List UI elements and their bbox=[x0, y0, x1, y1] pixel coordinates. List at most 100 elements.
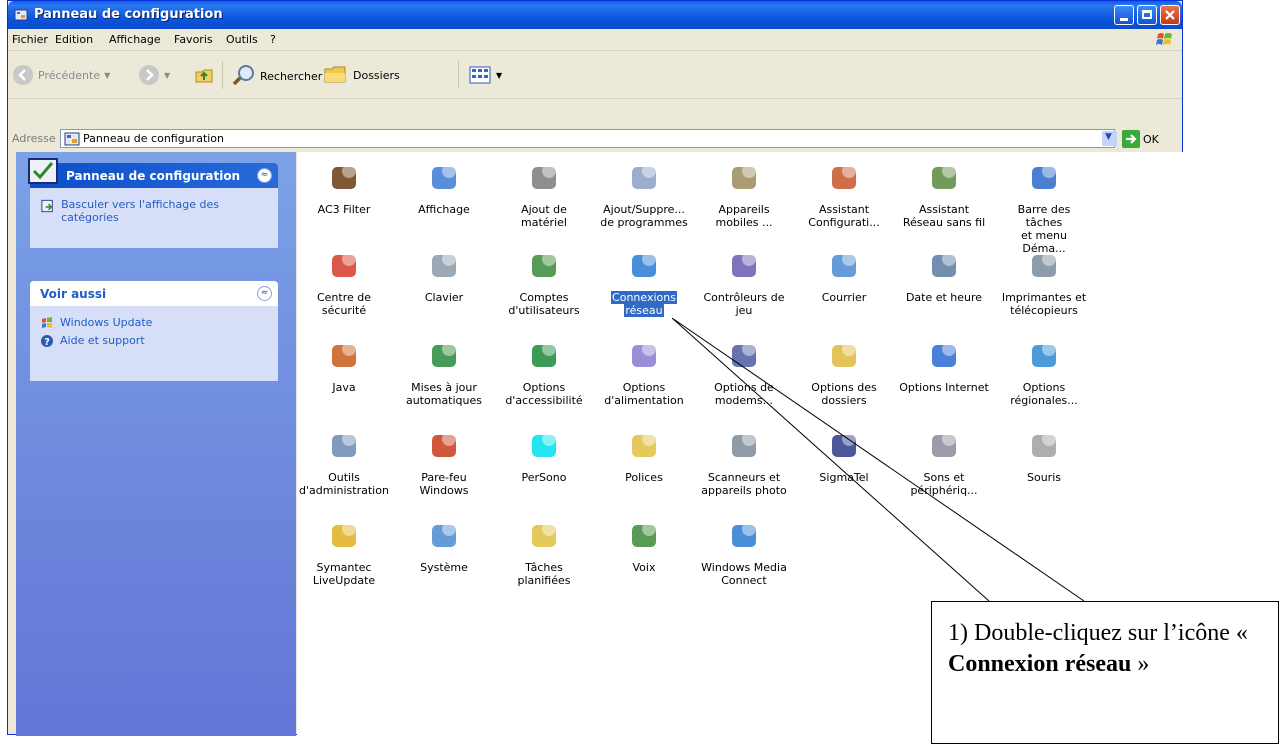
control-panel-item[interactable]: Assistant Réseau sans fil bbox=[898, 160, 990, 229]
title-bar[interactable]: Panneau de configuration bbox=[8, 1, 1182, 29]
control-panel-item[interactable]: Pare-feu Windows bbox=[398, 428, 490, 497]
item-label-line1: Windows Media bbox=[701, 561, 787, 574]
item-label-line2: jeu bbox=[735, 304, 753, 317]
control-panel-item[interactable]: Clavier bbox=[398, 248, 490, 304]
keyboard-icon bbox=[432, 252, 456, 277]
back-button[interactable]: Précédente ▼ bbox=[12, 64, 110, 86]
folders-button[interactable]: Dossiers bbox=[323, 64, 400, 86]
maximize-button[interactable] bbox=[1137, 5, 1157, 25]
control-panel-item[interactable]: AC3 Filter bbox=[298, 160, 390, 216]
item-label-line1: Imprimantes et bbox=[1001, 291, 1087, 304]
item-label-line2: mobiles ... bbox=[715, 216, 773, 229]
menu-affichage[interactable]: Affichage bbox=[109, 33, 161, 46]
svg-text:?: ? bbox=[44, 337, 50, 348]
control-panel-item[interactable]: Windows Media Connect bbox=[698, 518, 790, 587]
forward-arrow-icon bbox=[139, 65, 159, 85]
up-folder-button[interactable] bbox=[193, 64, 215, 86]
help-support-link[interactable]: ? Aide et support bbox=[40, 334, 268, 348]
switch-category-view-link[interactable]: Basculer vers l'affichage des catégories bbox=[40, 198, 268, 224]
collapse-chevron-icon[interactable]: ≈ bbox=[257, 286, 272, 301]
item-label-line1: Affichage bbox=[418, 203, 470, 216]
control-panel-item[interactable]: Options Internet bbox=[898, 338, 990, 394]
go-button[interactable]: OK bbox=[1122, 130, 1159, 148]
control-panel-item[interactable]: Scanneurs et appareils photo bbox=[698, 428, 790, 497]
control-panel-item[interactable]: Affichage bbox=[398, 160, 490, 216]
forward-dropdown-icon: ▼ bbox=[164, 70, 171, 80]
control-panel-item[interactable]: Ajout/Suppre... de programmes bbox=[598, 160, 690, 229]
control-panel-item[interactable]: SigmaTel bbox=[798, 428, 890, 484]
back-arrow-icon bbox=[13, 65, 33, 85]
forward-button[interactable]: ▼ bbox=[138, 64, 170, 86]
menu-fichier[interactable]: Fichier bbox=[12, 33, 48, 46]
item-label-line1: Contrôleurs de bbox=[703, 291, 785, 304]
item-label-line1: Options bbox=[622, 381, 666, 394]
item-label-line1: Options bbox=[1022, 381, 1066, 394]
ac3-filter-icon bbox=[332, 164, 356, 189]
control-panel-item[interactable]: Tâches planifiées bbox=[498, 518, 590, 587]
control-panel-item[interactable]: Appareils mobiles ... bbox=[698, 160, 790, 229]
control-panel-item[interactable]: Voix bbox=[598, 518, 690, 574]
control-panel-item[interactable]: Outils d'administration bbox=[298, 428, 390, 497]
item-label-line2: modems... bbox=[714, 394, 774, 407]
item-label-line1: Barre des tâches bbox=[1017, 203, 1071, 229]
setup-wizard-icon bbox=[832, 164, 856, 189]
control-panel-item[interactable]: Options de modems... bbox=[698, 338, 790, 407]
item-label-line2: Connect bbox=[721, 574, 767, 587]
control-panel-item[interactable]: Courrier bbox=[798, 248, 890, 304]
menu-favoris[interactable]: Favoris bbox=[174, 33, 213, 46]
control-panel-item[interactable]: Symantec LiveUpdate bbox=[298, 518, 390, 587]
item-label-line2: d'utilisateurs bbox=[508, 304, 580, 317]
system-icon bbox=[432, 522, 456, 547]
control-panel-item[interactable]: Options d'accessibilité bbox=[498, 338, 590, 407]
control-panel-item[interactable]: Comptes d'utilisateurs bbox=[498, 248, 590, 317]
menu-edition[interactable]: Edition bbox=[55, 33, 93, 46]
window-title: Panneau de configuration bbox=[34, 7, 223, 22]
views-icon bbox=[469, 66, 491, 84]
control-panel-item[interactable]: Barre des tâches et menu Déma... bbox=[998, 160, 1090, 255]
address-field[interactable]: Panneau de configuration bbox=[60, 129, 1115, 148]
collapse-chevron-icon[interactable]: ≈ bbox=[257, 168, 272, 183]
accessibility-icon bbox=[532, 342, 556, 367]
item-label-line2: d'accessibilité bbox=[505, 394, 583, 407]
control-panel-item[interactable]: Options d'alimentation bbox=[598, 338, 690, 407]
address-dropdown-button[interactable]: ▼ bbox=[1102, 131, 1117, 146]
control-panel-item[interactable]: Date et heure bbox=[898, 248, 990, 304]
windows-update-icon bbox=[42, 317, 52, 328]
item-label-line2: Réseau sans fil bbox=[902, 216, 986, 229]
control-panel-item[interactable]: Options régionales... bbox=[998, 338, 1090, 407]
control-panel-item[interactable]: Système bbox=[398, 518, 490, 574]
control-panel-item[interactable]: Sons et périphériq... bbox=[898, 428, 990, 497]
item-label-line1: Options Internet bbox=[899, 381, 989, 394]
sigmatel-icon bbox=[832, 432, 856, 457]
item-label-line1: Ajout de bbox=[521, 203, 567, 216]
admin-tools-icon bbox=[332, 432, 356, 457]
menu-outils[interactable]: Outils bbox=[226, 33, 258, 46]
control-panel-small-icon bbox=[64, 132, 80, 146]
control-panel-item[interactable]: Connexions réseau bbox=[598, 248, 690, 317]
control-panel-item[interactable]: Options des dossiers bbox=[798, 338, 890, 407]
control-panel-item[interactable]: Ajout de matériel bbox=[498, 160, 590, 229]
network-connections-icon bbox=[632, 252, 656, 277]
control-panel-item[interactable]: Imprimantes et télécopieurs bbox=[998, 248, 1090, 317]
modem-icon bbox=[732, 342, 756, 367]
item-label-line1: PerSono bbox=[521, 471, 567, 484]
minimize-button[interactable] bbox=[1114, 5, 1134, 25]
menu-help[interactable]: ? bbox=[270, 33, 276, 46]
close-button[interactable] bbox=[1160, 5, 1180, 25]
control-panel-icon bbox=[14, 9, 28, 21]
windows-update-link[interactable]: Windows Update bbox=[40, 316, 268, 330]
control-panel-item[interactable]: Mises à jour automatiques bbox=[398, 338, 490, 407]
control-panel-item[interactable]: Polices bbox=[598, 428, 690, 484]
mobile-devices-icon bbox=[732, 164, 756, 189]
search-button[interactable]: Rechercher bbox=[230, 64, 322, 88]
media-connect-icon bbox=[732, 522, 756, 547]
help-icon: ? bbox=[41, 335, 53, 348]
control-panel-item[interactable]: Java bbox=[298, 338, 390, 394]
control-panel-item[interactable]: Assistant Configurati... bbox=[798, 160, 890, 229]
control-panel-item[interactable]: Contrôleurs de jeu bbox=[698, 248, 790, 317]
views-button[interactable]: ▼ bbox=[468, 64, 502, 86]
control-panel-item[interactable]: Souris bbox=[998, 428, 1090, 484]
control-panel-item[interactable]: PerSono bbox=[498, 428, 590, 484]
item-label-line2: régionales... bbox=[1010, 394, 1078, 407]
control-panel-item[interactable]: Centre de sécurité bbox=[298, 248, 390, 317]
